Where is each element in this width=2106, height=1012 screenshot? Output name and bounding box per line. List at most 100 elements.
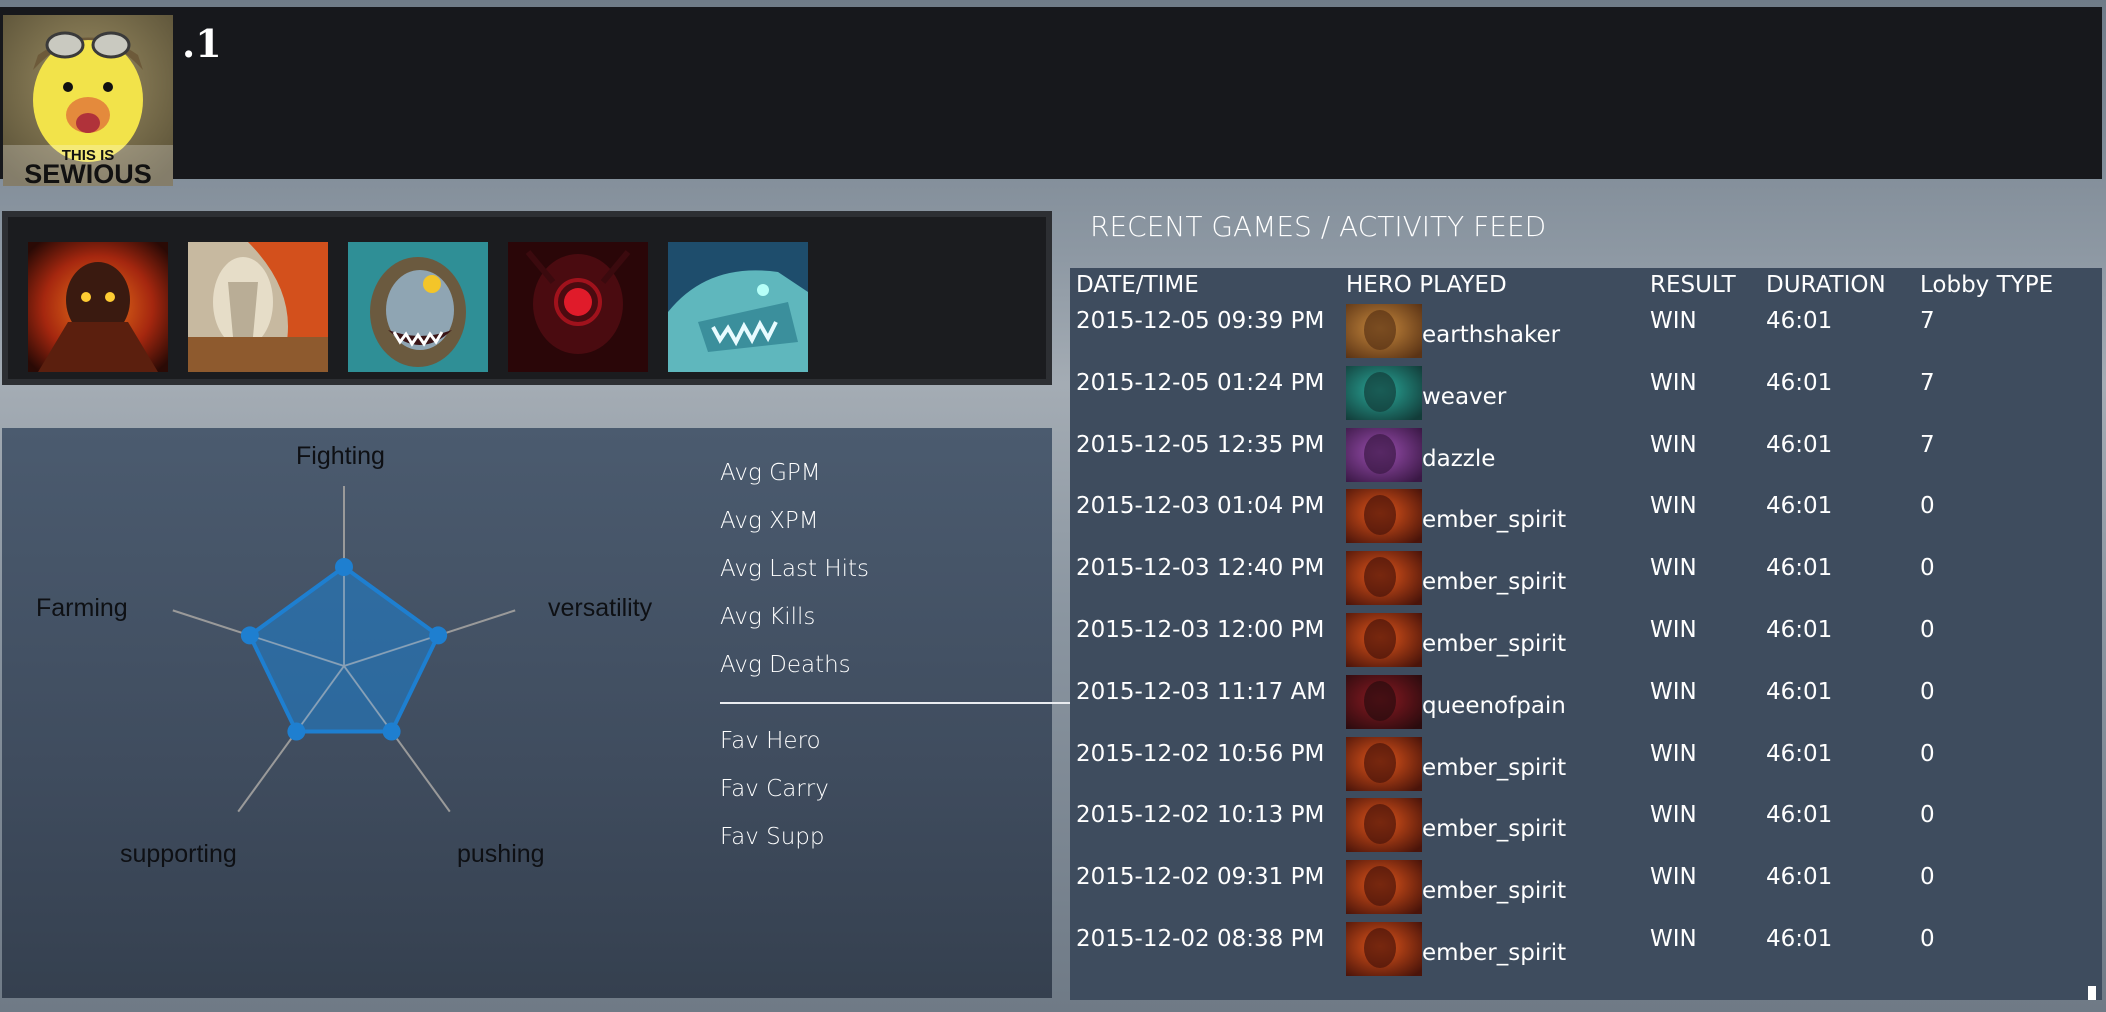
row-lobby: 0 <box>1920 555 1935 582</box>
row-result: WIN <box>1650 678 1697 705</box>
row-lobby: 7 <box>1920 431 1935 458</box>
row-lobby: 7 <box>1920 308 1935 334</box>
row-duration: 46:01 <box>1766 864 1833 891</box>
hero-tile-juggernaut[interactable] <box>188 242 328 372</box>
row-result: WIN <box>1650 802 1697 829</box>
row-hero-name: weaver <box>1422 383 1507 410</box>
row-hero-name: ember_spirit <box>1422 878 1567 905</box>
radar-point <box>382 722 401 741</box>
table-row[interactable]: 2015-12-02 09:31 PM ember_spirit WIN 46:01 0 <box>1070 860 2102 920</box>
row-duration: 46:01 <box>1766 926 1833 952</box>
row-result: WIN <box>1650 740 1697 767</box>
row-result: WIN <box>1650 926 1697 952</box>
row-hero-name: dazzle <box>1422 445 1496 472</box>
table-row[interactable]: 2015-12-02 10:13 PM ember_spirit WIN 46:01 0 <box>1070 798 2102 858</box>
row-duration: 46:01 <box>1766 740 1833 767</box>
row-date: 2015-12-05 12:35 PM <box>1076 431 1325 458</box>
radar-point <box>335 558 353 576</box>
row-lobby: 0 <box>1920 926 1935 952</box>
profile-avatar[interactable]: THIS IS SEWIOUS <box>3 15 173 186</box>
table-row[interactable]: 2015-12-02 10:56 PM ember_spirit WIN 46:01 0 <box>1070 736 2102 797</box>
row-lobby: 0 <box>1920 617 1935 643</box>
row-hero-name: ember_spirit <box>1422 754 1567 781</box>
row-duration: 46:01 <box>1766 493 1833 520</box>
row-result: WIN <box>1650 864 1697 891</box>
row-date: 2015-12-03 12:00 PM <box>1076 617 1325 643</box>
row-date: 2015-12-02 10:13 PM <box>1076 802 1325 829</box>
table-row[interactable]: 2015-12-03 01:04 PM ember_spirit WIN 46:01 0 <box>1070 489 2102 549</box>
table-row[interactable]: 2015-12-05 12:35 PM dazzle WIN 46:01 7 <box>1070 427 2102 488</box>
row-lobby: 0 <box>1920 802 1935 829</box>
row-lobby: 0 <box>1920 864 1935 891</box>
row-hero-name: ember_spirit <box>1422 631 1567 657</box>
header-result: RESULT <box>1650 272 1736 298</box>
header-lobby: Lobby TYPE <box>1920 272 2054 298</box>
radar-point <box>287 722 306 741</box>
row-duration: 46:01 <box>1766 617 1833 643</box>
hero-portrait-icon[interactable] <box>1346 365 1422 420</box>
fav-carry: Fav Carry <box>720 776 829 802</box>
fav-supp: Fav Supp <box>720 824 825 850</box>
avg-deaths: Avg Deaths <box>720 652 851 678</box>
radar-label-fighting: Fighting <box>296 442 385 470</box>
radar-label-farming: Farming <box>36 594 128 622</box>
radar-point <box>240 626 259 645</box>
row-duration: 46:01 <box>1766 369 1833 396</box>
row-hero-name: earthshaker <box>1422 322 1561 348</box>
row-date: 2015-12-05 09:39 PM <box>1076 308 1325 334</box>
row-result: WIN <box>1650 308 1697 334</box>
table-row[interactable]: 2015-12-05 09:39 PM earthshaker WIN 46:01 7 <box>1070 304 2102 364</box>
table-row[interactable]: 2015-12-03 12:00 PM ember_spirit WIN 46:01 0 <box>1070 613 2102 673</box>
avg-xpm: Avg XPM <box>720 508 819 534</box>
hero-portrait-icon[interactable] <box>1346 613 1422 667</box>
username: .1 <box>182 21 222 66</box>
hero-portrait-icon[interactable] <box>1346 798 1422 853</box>
row-hero-name: queenofpain <box>1422 692 1566 719</box>
row-hero-name: ember_spirit <box>1422 569 1567 596</box>
hero-portrait-icon[interactable] <box>1346 860 1422 915</box>
hero-portrait-icon[interactable] <box>1346 304 1422 358</box>
row-lobby: 0 <box>1920 493 1935 520</box>
hero-tile-ember-spirit[interactable] <box>28 242 168 372</box>
row-duration: 46:01 <box>1766 431 1833 458</box>
header-date: DATE/TIME <box>1076 272 1199 298</box>
radar-label-pushing: pushing <box>457 840 545 868</box>
radar-chart <box>172 486 516 813</box>
row-lobby: 0 <box>1920 740 1935 767</box>
row-hero-name: ember_spirit <box>1422 816 1567 843</box>
row-date: 2015-12-02 10:56 PM <box>1076 740 1325 767</box>
hero-portrait-icon[interactable] <box>1346 551 1422 606</box>
row-result: WIN <box>1650 369 1697 396</box>
stats-panel: Fighting versatility pushing supporting … <box>2 428 1072 998</box>
row-duration: 46:01 <box>1766 308 1833 334</box>
top-heroes-strip <box>2 211 1052 385</box>
table-row[interactable]: 2015-12-05 01:24 PM weaver WIN 46:01 7 <box>1070 365 2102 426</box>
activity-feed-table: DATE/TIME HERO PLAYED RESULT DURATION Lo… <box>1070 268 2102 1000</box>
row-date: 2015-12-03 01:04 PM <box>1076 493 1325 520</box>
hero-portrait-icon[interactable] <box>1346 922 1422 976</box>
hero-tile-slark[interactable] <box>348 242 488 372</box>
table-row[interactable]: 2015-12-02 08:38 PM ember_spirit WIN 46:01 0 <box>1070 922 2102 982</box>
scrollbar-thumb[interactable] <box>2088 986 2096 1000</box>
radar-point <box>429 626 448 645</box>
hero-portrait-icon[interactable] <box>1346 489 1422 544</box>
avg-last-hits: Avg Last Hits <box>720 556 870 582</box>
hero-portrait-icon[interactable] <box>1346 427 1422 482</box>
row-date: 2015-12-03 11:17 AM <box>1076 678 1327 705</box>
hero-tile-winter-wyvern[interactable] <box>668 242 808 372</box>
radar-label-versatility: versatility <box>548 594 653 622</box>
row-result: WIN <box>1650 493 1697 520</box>
avg-gpm: Avg GPM <box>720 460 821 486</box>
row-lobby: 7 <box>1920 369 1935 396</box>
hero-portrait-icon[interactable] <box>1346 674 1422 729</box>
hero-portrait-icon[interactable] <box>1346 736 1422 791</box>
row-duration: 46:01 <box>1766 555 1833 582</box>
row-lobby: 0 <box>1920 678 1935 705</box>
avg-kills: Avg Kills <box>720 604 816 630</box>
hero-tile-shadow-demon[interactable] <box>508 242 648 372</box>
radar-label-supporting: supporting <box>120 840 237 868</box>
row-result: WIN <box>1650 555 1697 582</box>
table-row[interactable]: 2015-12-03 12:40 PM ember_spirit WIN 46:01 0 <box>1070 551 2102 611</box>
table-row[interactable]: 2015-12-03 11:17 AM queenofpain WIN 46:01 0 <box>1070 674 2102 735</box>
row-hero-name: ember_spirit <box>1422 507 1567 534</box>
